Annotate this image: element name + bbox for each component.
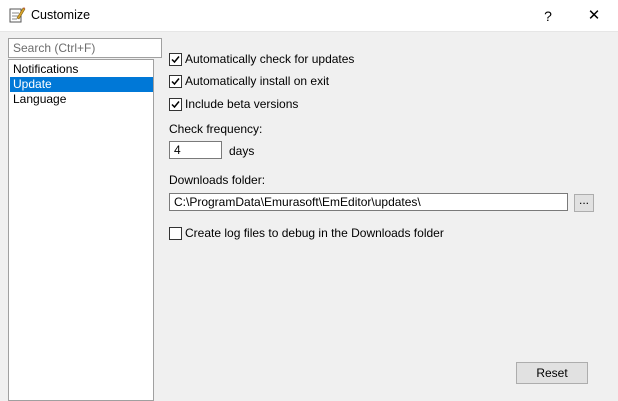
downloads-folder-label: Downloads folder: (169, 173, 266, 187)
window-title: Customize (31, 8, 91, 22)
auto-install-checkbox[interactable] (169, 75, 182, 88)
check-frequency-unit: days (229, 144, 255, 158)
category-item-notifications[interactable]: Notifications (10, 62, 153, 77)
search-input[interactable] (8, 38, 162, 58)
auto-check-checkbox[interactable] (169, 53, 182, 66)
beta-label: Include beta versions (185, 97, 299, 111)
check-frequency-input[interactable] (169, 141, 222, 159)
log-files-label: Create log files to debug in the Downloa… (185, 226, 444, 240)
reset-button[interactable]: Reset (516, 362, 588, 384)
title-bar: Customize ? ✕ (0, 0, 618, 32)
browse-button[interactable]: ... (574, 194, 594, 212)
check-frequency-label: Check frequency: (169, 122, 263, 136)
auto-install-label: Automatically install on exit (185, 74, 330, 88)
beta-checkbox[interactable] (169, 98, 182, 111)
category-item-update[interactable]: Update (10, 77, 153, 92)
category-list: Notifications Update Language (8, 59, 154, 401)
auto-check-label: Automatically check for updates (185, 52, 355, 66)
log-files-checkbox[interactable] (169, 227, 182, 240)
close-button[interactable]: ✕ (576, 4, 612, 28)
notepad-pencil-icon (8, 6, 26, 24)
downloads-folder-input[interactable] (169, 193, 568, 211)
category-item-language[interactable]: Language (10, 92, 153, 107)
help-button[interactable]: ? (532, 4, 564, 28)
